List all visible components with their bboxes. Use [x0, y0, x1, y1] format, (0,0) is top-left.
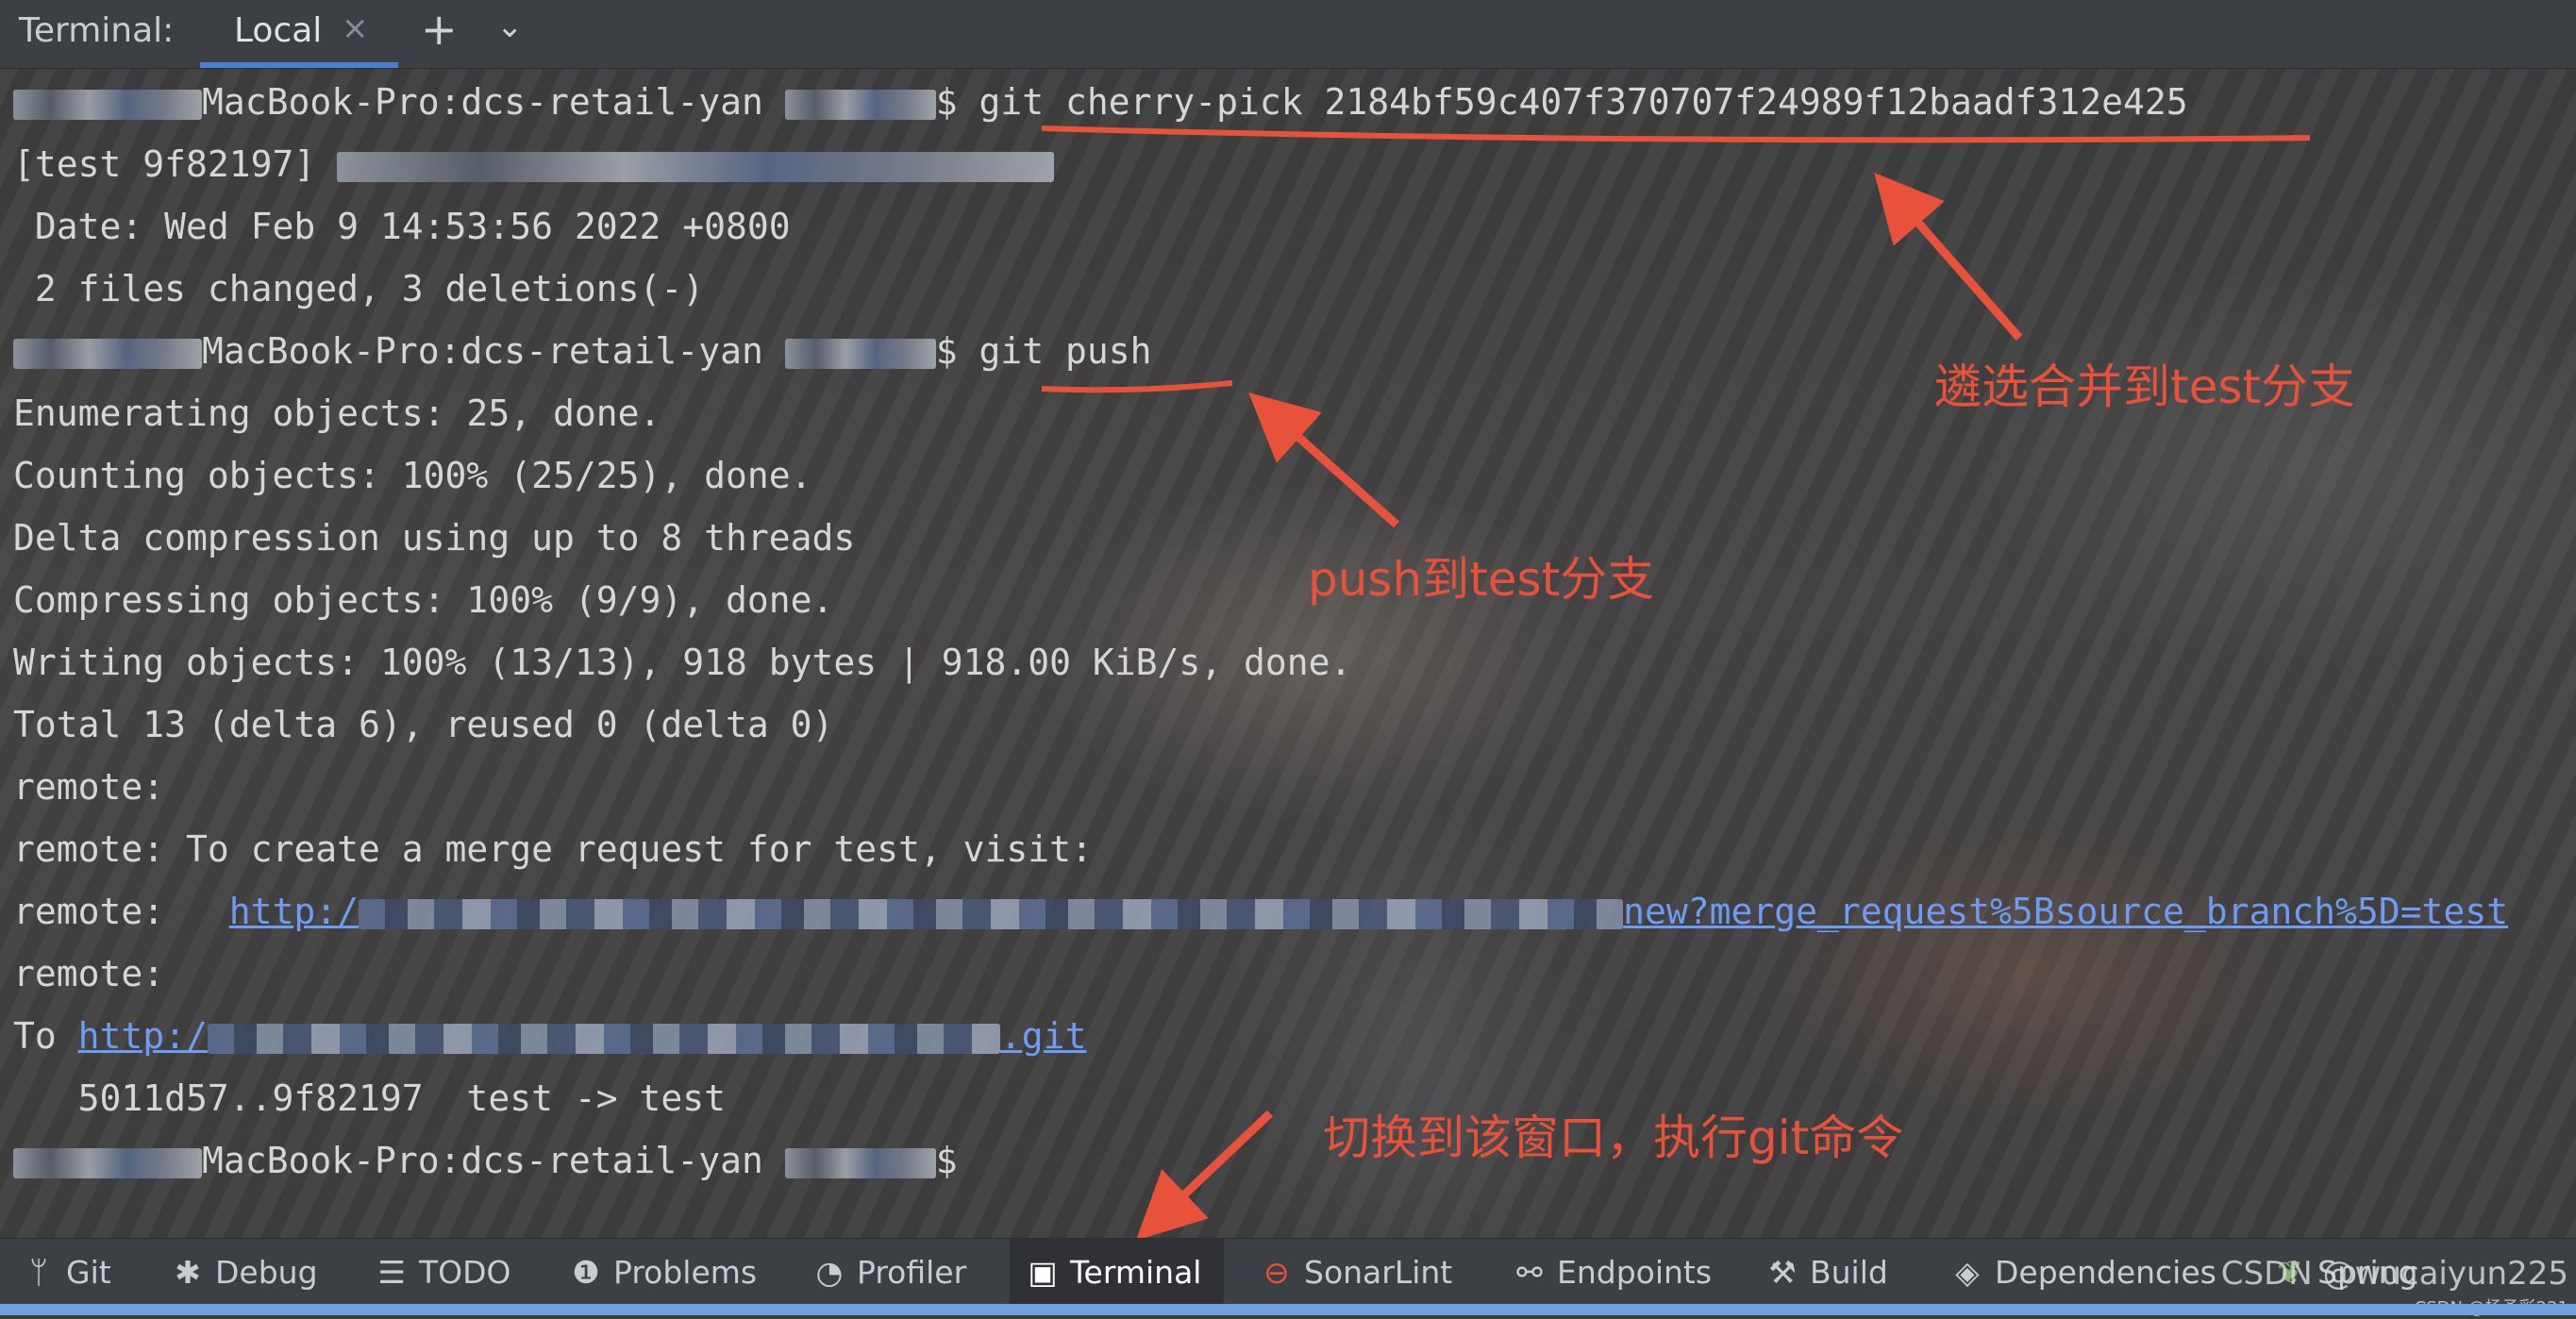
- list-icon: ☰: [377, 1253, 406, 1291]
- annotation-cherry-pick: 遴选合并到test分支: [1934, 359, 2356, 414]
- profiler-icon: ◔: [815, 1253, 844, 1291]
- tool-build[interactable]: ⚒ Build: [1766, 1239, 1888, 1305]
- tool-window-bar: ᛘ Git ✱ Debug ☰ TODO ❶ Problems ◔ Profiler ▣ T…: [0, 1238, 2576, 1305]
- tool-debug[interactable]: ✱ Debug: [172, 1239, 317, 1305]
- annotation-overlay: [1041, 125, 2311, 1241]
- tool-terminal[interactable]: ▣ Terminal: [1010, 1239, 1225, 1305]
- bug-icon: ✱: [175, 1253, 201, 1291]
- tool-profiler[interactable]: ◔ Profiler: [813, 1239, 967, 1305]
- window-bottom-edge: [0, 1304, 2576, 1315]
- cherry-pick-underline: [1041, 125, 2311, 143]
- tool-dependencies[interactable]: ◈ Dependencies: [1951, 1239, 2216, 1305]
- watermark: CSDN @wucaiyun225: [2220, 1255, 2568, 1293]
- tool-problems[interactable]: ❶ Problems: [570, 1239, 757, 1305]
- endpoints-icon: ⚯: [1516, 1253, 1543, 1291]
- cherry-pick-arrow: [1874, 172, 2023, 341]
- tool-git[interactable]: ᛘ Git: [23, 1239, 111, 1305]
- branch-icon: ᛘ: [29, 1253, 48, 1291]
- push-underline: [1041, 380, 1233, 393]
- annotation-push: push到test分支: [1308, 552, 1655, 607]
- tool-endpoints[interactable]: ⚯ Endpoints: [1514, 1239, 1712, 1305]
- layers-icon: ◈: [1955, 1253, 1980, 1291]
- push-arrow: [1248, 392, 1399, 528]
- tool-todo[interactable]: ☰ TODO: [376, 1239, 510, 1305]
- annotation-switch-window: 切换到该窗口，执行git命令: [1323, 1110, 1904, 1165]
- sonarlint-icon: ⊖: [1263, 1253, 1290, 1291]
- info-icon: ❶: [572, 1253, 600, 1291]
- tool-sonarlint[interactable]: ⊖ SonarLint: [1261, 1239, 1452, 1305]
- hammer-icon: ⚒: [1768, 1253, 1797, 1291]
- terminal-icon: ▣: [1028, 1253, 1058, 1291]
- terminal-arrow: [1135, 1110, 1274, 1241]
